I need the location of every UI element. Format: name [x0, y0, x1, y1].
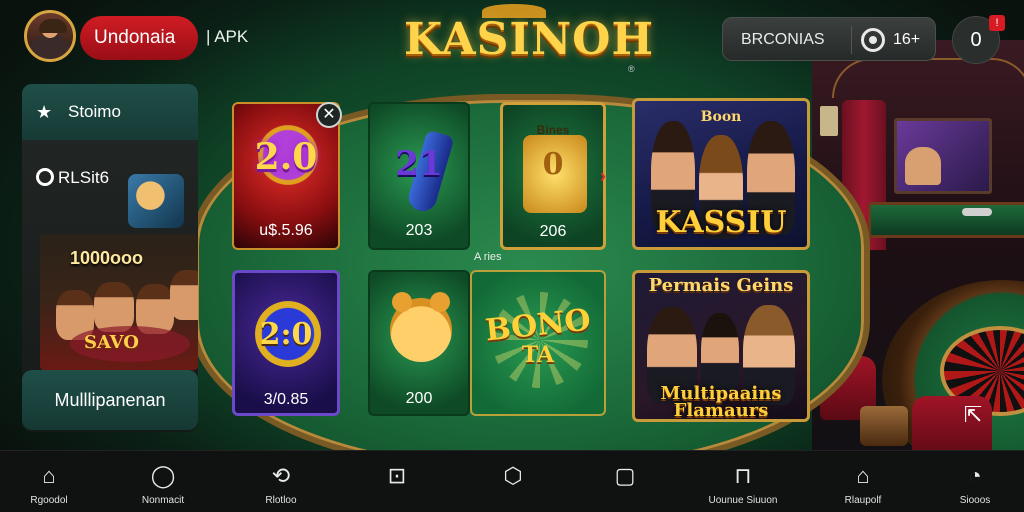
nav-item-house[interactable]: ⌂ Rlaupolf [818, 457, 908, 509]
card-character [701, 313, 739, 393]
nav-label: Rlaupolf [844, 495, 882, 506]
sidebar-item-label: RLSit6 [58, 168, 110, 187]
card-headline: 2.0 [254, 136, 318, 178]
featured-game-card[interactable]: Permais Geins Multipaains Flamaurs [632, 270, 810, 422]
card-headline: 21 [395, 144, 443, 184]
featured-game-card[interactable]: Boon KASSIU [632, 98, 810, 250]
nav-label: Nonmacit [141, 495, 185, 506]
camera-icon: ⊡ [387, 463, 407, 488]
sidebar-tab-stoimo[interactable]: ★ Stoimo [22, 84, 198, 140]
bonus-card[interactable]: BONO TA [470, 270, 606, 416]
casino-app: Undonaia | APK KASINOH ® BRCONIAS 16+ 0 … [0, 0, 1024, 512]
multiplayer-button[interactable]: Mulllipanenan [22, 370, 198, 430]
nav-label: Siooos [959, 495, 991, 506]
card-value: u$.5.96 [259, 222, 313, 239]
nav-label: Uounue Siuuon [708, 495, 778, 506]
chat-icon: ◯ [150, 463, 176, 488]
game-card[interactable]: 2:0 3/0.85 [232, 270, 340, 416]
room-arch [832, 58, 1024, 98]
country-label: Undonaia [94, 27, 176, 48]
cube-icon: ⬡ [503, 463, 523, 488]
character-thumbnail [128, 174, 184, 228]
house-icon: ⌂ [856, 463, 870, 488]
nav-label: Rlotloo [265, 495, 297, 506]
player-avatar[interactable] [24, 10, 76, 62]
refresh-icon: ⟲ [271, 463, 291, 488]
player-count: 16+ [893, 31, 921, 48]
nav-item-book[interactable]: ⊓ Uounue Siuuon [698, 457, 788, 509]
sidebar-promo-banner[interactable]: 1000ooo SAVO [40, 234, 198, 370]
clock-icon: ◔ [968, 463, 982, 488]
promo-amount: 1000ooo [70, 248, 144, 268]
player-icon [861, 28, 885, 52]
sidebar-item[interactable]: RLSit6 [36, 168, 109, 188]
card-headline: 0 [542, 147, 564, 182]
casino-logo: KASINOH [404, 14, 655, 65]
close-button[interactable]: ✕ [316, 102, 342, 128]
arrow-right-icon: › [600, 166, 606, 186]
nav-item-refresh[interactable]: ⟲ Rlotloo [236, 457, 326, 509]
room-stool [860, 406, 908, 446]
card-value: 200 [405, 390, 433, 407]
promo-tag: SAVO [84, 332, 139, 353]
nav-label: Rgoodol [30, 495, 68, 506]
home-icon: ⌂ [42, 463, 56, 488]
nav-item-clock[interactable]: ◔ Siooos [930, 457, 1020, 509]
nav-item-chat[interactable]: ◯ Nonmacit [118, 457, 208, 509]
card-headline: 2:0 [259, 317, 313, 352]
card-title: Multipaains Flamaurs [660, 383, 782, 421]
chip-stack [962, 208, 992, 216]
bear-icon [390, 292, 452, 362]
square-icon: ▢ [614, 463, 636, 488]
card-top-label: Boon [700, 109, 742, 125]
sidebar-tab-label: Stoimo [68, 102, 121, 121]
notification-icon: 0 [970, 29, 982, 51]
book-icon: ⊓ [734, 463, 752, 488]
coin-icon [36, 168, 54, 186]
card-sub: TA [521, 342, 555, 368]
card-value: 3/0.85 [263, 391, 309, 408]
notification-button[interactable]: 0 ! [952, 15, 1005, 64]
nav-item-cube[interactable]: ⬡ [468, 457, 558, 509]
nav-item-camera[interactable]: ⊡ [352, 457, 442, 509]
game-card[interactable]: 21 203 [368, 102, 470, 250]
country-selector[interactable]: Undonaia [80, 16, 198, 60]
divider-note: A ries [474, 251, 502, 263]
logo-mark: ® [628, 64, 635, 74]
card-value: 206 [539, 223, 567, 240]
apk-label: APK [214, 27, 249, 46]
room-tv [894, 118, 992, 194]
promo-label: BRCONIAS [741, 31, 825, 48]
wall-sconce [820, 106, 838, 136]
card-top-label: Permais Geins [648, 275, 794, 296]
nav-item-home[interactable]: ⌂ Rgoodol [4, 457, 94, 509]
nav-item-square[interactable]: ▢ [580, 457, 670, 509]
pill-divider [851, 26, 852, 54]
notification-badge: ! [989, 15, 1005, 31]
game-card[interactable]: Bines 0 206 [500, 102, 606, 250]
card-value: 203 [405, 222, 433, 239]
promo-pill[interactable]: BRCONIAS 16+ [722, 17, 936, 61]
share-icon[interactable]: ⇱ [958, 400, 988, 430]
promo-person [170, 270, 198, 320]
bottom-nav: ⌂ Rgoodol ◯ Nonmacit ⟲ Rlotloo ⊡ ⬡ ▢ ⊓ Uounu… [0, 450, 1024, 512]
game-card[interactable]: 200 [368, 270, 470, 416]
star-icon: ★ [36, 102, 53, 122]
room-side-table [868, 202, 1024, 238]
promo-person [94, 282, 134, 332]
card-title: KASSIU [655, 205, 787, 240]
apk-link[interactable]: | APK [206, 27, 248, 47]
